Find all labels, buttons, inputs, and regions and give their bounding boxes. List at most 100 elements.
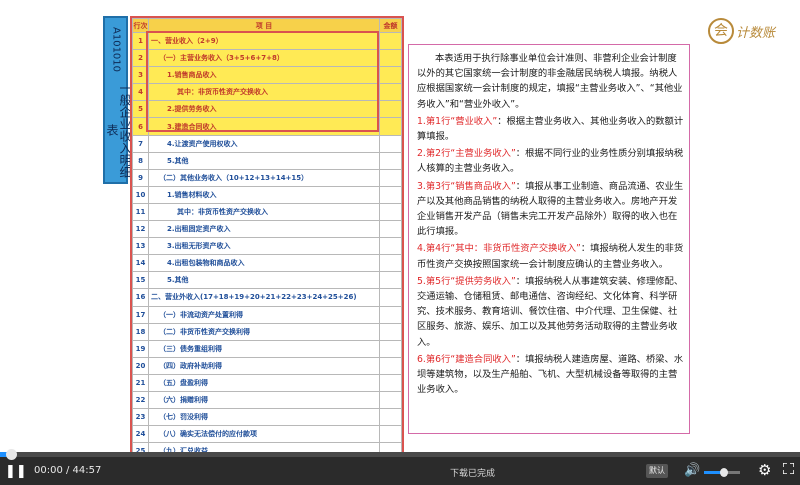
note-title: 4.第4行“其中：非货币性资产交换收入” xyxy=(417,243,581,255)
line-number: 13 xyxy=(132,237,149,256)
volume-knob[interactable] xyxy=(719,468,728,477)
line-number: 2 xyxy=(132,49,149,68)
line-number: 16 xyxy=(132,288,149,307)
note-paragraph: 本表适用于执行除事业单位会计准则、非营利企业会计制度以外的其它国家统一会计制度的… xyxy=(417,51,685,112)
logo-text: 计数账 xyxy=(736,25,776,41)
form-row: 18 （二）非货币性资产交换利得 xyxy=(132,322,402,341)
note-paragraph: 5.第5行“提供劳务收入”：填报纳税人从事建筑安装、修理修配、交通运输、仓储租赁… xyxy=(417,274,685,350)
form-row: 14 4.出租包装物和商品收入 xyxy=(132,254,402,273)
form-row: 21 （五）盘盈利得 xyxy=(132,373,402,392)
form-row: 2 （一）主营业务收入（3+5+6+7+8） xyxy=(132,49,402,68)
line-item: （五）盘盈利得 xyxy=(148,373,380,392)
form-row: 15 5.其他 xyxy=(132,271,402,290)
line-number: 24 xyxy=(132,425,149,444)
line-number: 8 xyxy=(132,151,149,170)
note-paragraph: 4.第4行“其中：非货币性资产交换收入”：填报纳税人发生的非货币性资产交换按照国… xyxy=(417,241,685,271)
amount-cell xyxy=(379,425,402,444)
note-title: 5.第5行“提供劳务收入” xyxy=(417,275,516,287)
line-number: 6 xyxy=(132,117,149,136)
amount-cell xyxy=(379,220,402,239)
time-readout: 00:00 / 44:57 xyxy=(34,465,102,476)
line-item: （二）非货币性资产交换利得 xyxy=(148,322,380,341)
line-item: （六）捐赠利得 xyxy=(148,390,380,410)
form-row: 1 一、营业收入（2+9） xyxy=(132,31,402,51)
note-paragraph: 3.第3行“销售商品收入”：填报从事工业制造、商品流通、农业生产以及其他商品销售… xyxy=(417,179,685,240)
note-body: 本表适用于执行除事业单位会计准则、非营利企业会计制度以外的其它国家统一会计制度的… xyxy=(417,53,683,110)
note-title: 3.第3行“销售商品收入” xyxy=(417,180,516,192)
form-row: 24 （八）确实无法偿付的应付款项 xyxy=(132,425,402,444)
amount-cell xyxy=(379,339,402,358)
note-paragraph: 6.第6行“建造合同收入”：填报纳税人建造房屋、道路、桥梁、水坝等建筑物，以及生… xyxy=(417,352,685,398)
line-number: 10 xyxy=(132,185,149,204)
line-item: 4.让渡资产使用权收入 xyxy=(148,134,380,153)
gear-icon[interactable]: ⚙ xyxy=(758,462,771,478)
form-code: A101010 xyxy=(110,27,122,73)
amount-cell xyxy=(379,322,402,341)
amount-cell xyxy=(379,373,402,392)
form-row: 3 1.销售商品收入 xyxy=(132,66,402,85)
fullscreen-icon[interactable] xyxy=(783,463,794,474)
line-number: 14 xyxy=(132,254,149,273)
header-amount: 金额 xyxy=(379,18,402,33)
quality-button[interactable]: 默认 xyxy=(646,464,668,478)
video-player-bar: ❚❚ 00:00 / 44:57 下载已完成 默认 🔊 ⚙ xyxy=(0,449,800,485)
line-item: （二）其他业务收入（10+12+13+14+15） xyxy=(148,168,380,187)
amount-cell xyxy=(379,134,402,153)
amount-cell xyxy=(379,185,402,204)
amount-cell xyxy=(379,31,402,51)
line-item: （三）债务重组利得 xyxy=(148,339,380,358)
note-paragraph: 2.第2行“主营业务收入”：根据不同行业的业务性质分别填报纳税人核算的主营业务收… xyxy=(417,146,685,176)
note-paragraph: 1.第1行“营业收入”：根据主营业务收入、其他业务收入的数额计算填报。 xyxy=(417,114,685,144)
amount-cell xyxy=(379,305,402,324)
pause-icon[interactable]: ❚❚ xyxy=(5,464,27,480)
line-number: 18 xyxy=(132,322,149,341)
line-item: （一）非流动资产处置利得 xyxy=(148,305,380,324)
form-row: 9 （二）其他业务收入（10+12+13+14+15） xyxy=(132,168,402,187)
line-item: （八）确实无法偿付的应付款项 xyxy=(148,425,380,444)
line-item: 2.出租固定资产收入 xyxy=(148,220,380,239)
line-number: 1 xyxy=(132,31,149,51)
line-item: 其中：非货币性资产交换收入 xyxy=(148,202,380,222)
progress-bar[interactable] xyxy=(0,449,800,460)
amount-cell xyxy=(379,237,402,256)
note-title: 6.第6行“建造合同收入” xyxy=(417,353,516,365)
form-row: 16 二、营业外收入(17+18+19+20+21+22+23+24+25+26) xyxy=(132,288,402,307)
amount-cell xyxy=(379,117,402,136)
amount-cell xyxy=(379,66,402,85)
amount-cell xyxy=(379,254,402,273)
line-number: 17 xyxy=(132,305,149,324)
income-detail-form: 行次 项 目 金额 1 一、营业收入（2+9） 2 （一）主营业务收入（3+5+6+7… xyxy=(130,16,404,480)
progress-knob[interactable] xyxy=(6,449,17,460)
form-name: 一般企业收入明细表 xyxy=(105,82,132,178)
form-row: 10 1.销售材料收入 xyxy=(132,185,402,204)
line-number: 21 xyxy=(132,373,149,392)
amount-cell xyxy=(379,390,402,410)
line-number: 20 xyxy=(132,356,149,375)
line-item: （一）主营业务收入（3+5+6+7+8） xyxy=(148,49,380,68)
form-row: 11 其中：非货币性资产交换收入 xyxy=(132,202,402,222)
line-number: 15 xyxy=(132,271,149,290)
form-row: 22 （六）捐赠利得 xyxy=(132,390,402,410)
amount-cell xyxy=(379,408,402,427)
volume-slider[interactable] xyxy=(704,468,740,477)
form-row: 4 其中：非货币性资产交换收入 xyxy=(132,83,402,102)
line-number: 23 xyxy=(132,408,149,427)
amount-cell xyxy=(379,271,402,290)
form-row: 6 3.建造合同收入 xyxy=(132,117,402,136)
logo-mark: 会 xyxy=(708,18,734,44)
header-line-no: 行次 xyxy=(132,18,149,33)
line-number: 12 xyxy=(132,220,149,239)
form-vertical-title: A101010 一般企业收入明细表 xyxy=(103,16,132,184)
form-row: 5 2.提供劳务收入 xyxy=(132,100,402,119)
line-item: 5.其他 xyxy=(148,271,380,290)
video-frame: A101010 一般企业收入明细表 行次 项 目 金额 1 一、营业收入（2+9）… xyxy=(0,0,800,480)
amount-cell xyxy=(379,151,402,170)
line-item: 二、营业外收入(17+18+19+20+21+22+23+24+25+26) xyxy=(148,288,380,307)
instruction-notes: 本表适用于执行除事业单位会计准则、非营利企业会计制度以外的其它国家统一会计制度的… xyxy=(408,44,690,434)
amount-cell xyxy=(379,49,402,68)
form-header-row: 行次 项 目 金额 xyxy=(132,18,402,33)
form-row: 12 2.出租固定资产收入 xyxy=(132,220,402,239)
line-number: 4 xyxy=(132,83,149,102)
line-item: 4.出租包装物和商品收入 xyxy=(148,254,380,273)
speaker-icon[interactable]: 🔊 xyxy=(684,463,700,479)
